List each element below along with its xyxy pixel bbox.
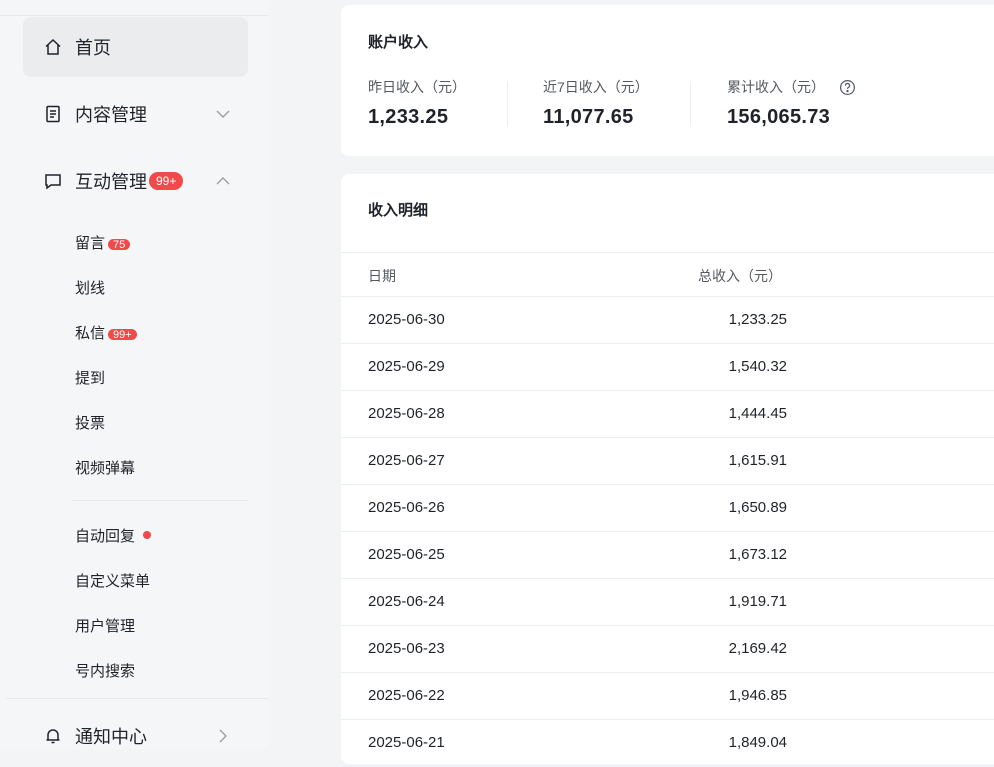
stat-last-7-days: 近7日收入（元） 11,077.65 [543,77,649,129]
stat-label-row: 累计收入（元） [727,77,856,97]
column-header-total-income: 总收入（元） [698,268,782,284]
cell-amount: 1,615.91 [728,452,787,469]
nav-content-management[interactable]: 内容管理 [23,84,248,144]
sub-item-messages[interactable]: 私信 99+ [75,320,137,344]
table-row: 2025-06-30 1,233.25 [341,297,994,344]
sub-item-label: 号内搜索 [75,662,136,680]
cell-amount: 2,169.42 [728,640,787,657]
sub-item-label: 投票 [75,414,106,432]
account-income-card: 账户收入 昨日收入（元） 1,233.25 近7日收入（元） 11,077.65… [341,5,994,156]
home-icon [42,36,64,58]
cell-date: 2025-06-23 [368,640,445,657]
cell-date: 2025-06-25 [368,546,445,563]
stat-label: 累计收入（元） [727,79,825,95]
sub-item-user-management[interactable]: 用户管理 [75,613,135,637]
bell-icon [42,725,64,747]
cell-date: 2025-06-30 [368,311,445,328]
chevron-right-icon[interactable] [215,728,231,744]
cell-amount: 1,444.45 [728,405,787,422]
card-title: 收入明细 [368,202,429,219]
divider [6,698,268,699]
stat-label: 昨日收入（元） [368,79,466,95]
cell-date: 2025-06-28 [368,405,445,422]
sub-item-label: 留言 [75,234,106,252]
cell-date: 2025-06-24 [368,593,445,610]
divider [0,15,268,16]
chevron-up-icon[interactable] [215,173,231,189]
help-icon[interactable] [839,79,856,96]
nav-notification-label: 通知中心 [75,727,147,747]
sub-item-mentions[interactable]: 提到 [75,365,105,389]
cell-amount: 1,650.89 [728,499,787,516]
sub-item-label: 自定义菜单 [75,572,151,590]
sub-item-label: 提到 [75,369,106,387]
sub-item-video-danmaku[interactable]: 视频弹幕 [75,455,135,479]
cell-date: 2025-06-22 [368,687,445,704]
sub-item-label: 自动回复 [75,527,136,545]
table-row: 2025-06-29 1,540.32 [341,344,994,391]
cell-amount: 1,540.32 [728,358,787,375]
sub-item-account-search[interactable]: 号内搜索 [75,658,135,682]
nav-content-label: 内容管理 [75,105,147,125]
sub-item-custom-menu[interactable]: 自定义菜单 [75,568,150,592]
sub-item-votes[interactable]: 投票 [75,410,105,434]
document-icon [42,103,64,125]
table-row: 2025-06-22 1,946.85 [341,673,994,720]
table-row: 2025-06-26 1,650.89 [341,485,994,532]
stat-yesterday: 昨日收入（元） 1,233.25 [368,77,466,129]
sub-item-auto-reply[interactable]: 自动回复 [75,523,152,547]
divider [507,81,508,127]
sub-item-label: 私信 [75,324,106,342]
stat-value: 1,233.25 [368,106,449,128]
table-row: 2025-06-21 1,849.04 [341,720,994,767]
sub-item-label: 划线 [75,279,106,297]
messages-badge: 99+ [108,328,137,340]
nav-interaction-management[interactable]: 互动管理 99+ [23,151,248,211]
table-row: 2025-06-28 1,444.45 [341,391,994,438]
stat-value: 156,065.73 [727,106,831,128]
sidebar: 首页 内容管理 互动管理 99+ 留言 75 划线 私信 99+ 提到 投票 视… [0,0,268,749]
sub-item-underlines[interactable]: 划线 [75,275,105,299]
table-row: 2025-06-27 1,615.91 [341,438,994,485]
sub-item-comments[interactable]: 留言 75 [75,230,131,254]
cell-amount: 1,849.04 [728,734,787,751]
income-details-card: 收入明细 日期 总收入（元） 2025-06-30 1,233.25 2025-… [341,174,994,767]
nav-home[interactable]: 首页 [23,17,248,77]
cell-amount: 1,673.12 [728,546,787,563]
card-title: 账户收入 [368,34,429,51]
table-row: 2025-06-24 1,919.71 [341,579,994,626]
sub-item-label: 视频弹幕 [75,459,136,477]
comments-badge: 75 [108,238,131,250]
sub-item-label: 用户管理 [75,617,136,635]
stat-value: 11,077.65 [543,106,634,128]
cell-date: 2025-06-21 [368,734,445,751]
stat-total: 累计收入（元） 156,065.73 [727,77,856,129]
nav-notification-center[interactable]: 通知中心 [23,706,248,766]
cell-date: 2025-06-29 [368,358,445,375]
notification-dot [143,531,152,539]
divider [72,500,248,501]
stat-label: 近7日收入（元） [543,79,649,95]
cell-amount: 1,233.25 [728,311,787,328]
chat-bubble-icon [42,170,64,192]
column-header-date: 日期 [368,268,396,284]
table-row: 2025-06-25 1,673.12 [341,532,994,579]
cell-amount: 1,946.85 [728,687,787,704]
interaction-badge: 99+ [149,172,184,190]
chevron-down-icon[interactable] [215,106,231,122]
cell-date: 2025-06-26 [368,499,445,516]
cell-date: 2025-06-27 [368,452,445,469]
divider [690,81,691,127]
table-header: 日期 总收入（元） [341,252,994,297]
cell-amount: 1,919.71 [728,593,787,610]
nav-home-label: 首页 [75,38,111,58]
table-row: 2025-06-23 2,169.42 [341,626,994,673]
nav-interaction-label: 互动管理 [75,172,147,192]
